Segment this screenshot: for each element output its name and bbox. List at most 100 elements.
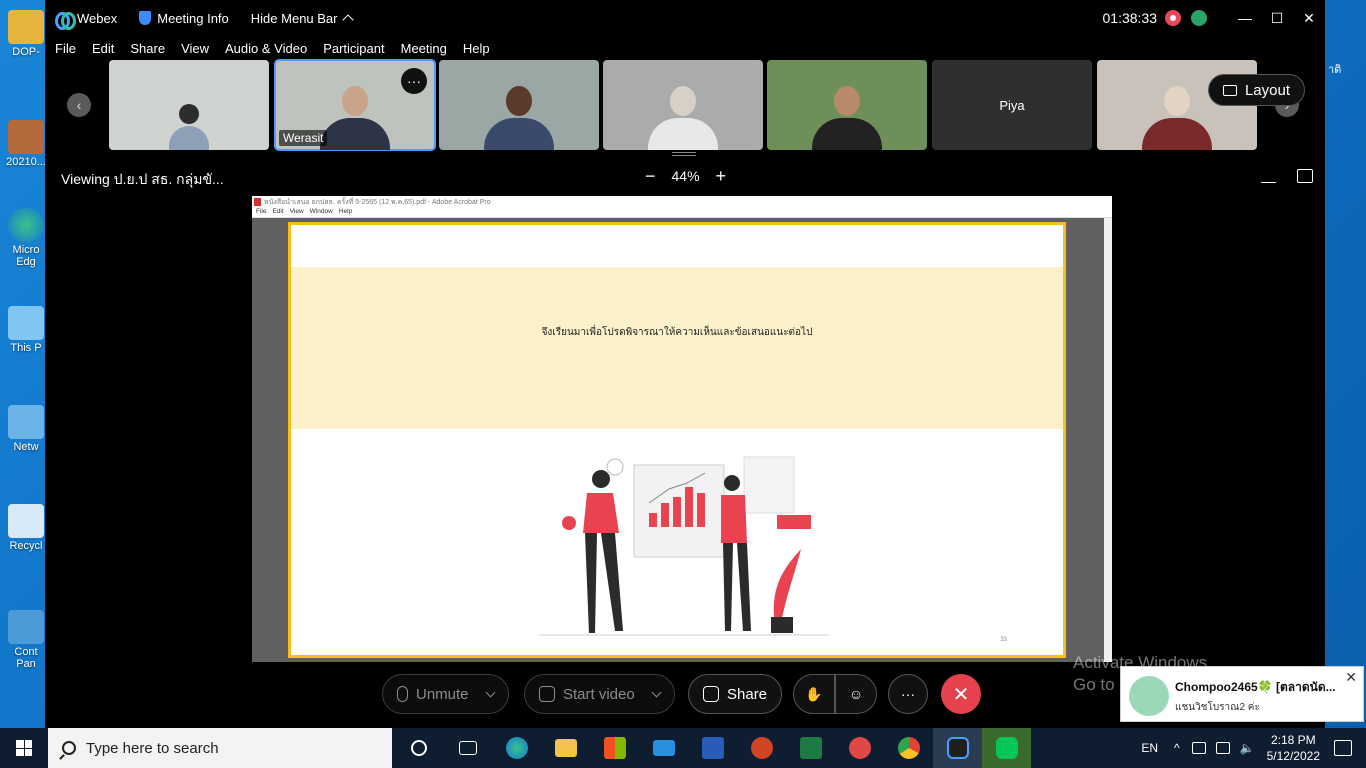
participant-tile[interactable]	[109, 60, 269, 150]
webex-taskbar-icon[interactable]	[933, 728, 982, 768]
desktop-icon-this-pc[interactable]: This P	[4, 306, 48, 354]
participant-tile[interactable]	[603, 60, 763, 150]
acrobat-scrollbar[interactable]	[1104, 218, 1112, 662]
acrobat-document-view: จึงเรียนมาเพื่อโปรดพิจารณาให้ความเห็นและ…	[252, 218, 1112, 662]
meeting-info-label: Meeting Info	[157, 10, 229, 26]
system-tray: EN ^ 🔈 2:18 PM 5/12/2022	[1141, 728, 1366, 768]
network-icon[interactable]	[1215, 742, 1230, 754]
desktop-icon-recycle-bin[interactable]: Recycl	[4, 504, 48, 552]
hide-menu-bar-button[interactable]: Hide Menu Bar	[250, 10, 354, 26]
meet-now-icon[interactable]	[1191, 742, 1206, 754]
start-button[interactable]	[0, 728, 48, 768]
start-video-label: Start video	[563, 685, 635, 703]
raise-hand-button[interactable]: ✋	[793, 674, 835, 714]
meeting-info-button[interactable]: Meeting Info	[139, 11, 229, 26]
clock-time: 2:18 PM	[1270, 733, 1316, 747]
zoom-control: − 44% +	[645, 167, 727, 185]
notification-close-button[interactable]: ✕	[1345, 669, 1357, 686]
menu-audio-video[interactable]: Audio & Video	[225, 41, 307, 56]
desktop-icon-photo[interactable]: 20210...	[4, 120, 48, 168]
chevron-down-icon[interactable]	[651, 687, 662, 697]
pop-out-icon[interactable]	[1297, 169, 1313, 183]
line-notification[interactable]: Chompoo2465🍀 [ตลาดนัด... แชนวิชโบราณ2 ค่…	[1120, 666, 1364, 722]
share-button[interactable]: Share	[688, 674, 783, 714]
desktop-icon-label: Cont Pan	[14, 646, 38, 670]
more-button[interactable]: ···	[888, 674, 928, 714]
taskbar-search[interactable]: Type here to search	[48, 728, 392, 768]
page-number: 33	[1000, 637, 1007, 643]
line-taskbar-icon[interactable]	[982, 728, 1031, 768]
microphone-muted-icon	[397, 686, 408, 702]
edge-icon	[8, 208, 44, 242]
layout-button[interactable]: Layout	[1207, 74, 1305, 106]
edge-taskbar-icon[interactable]	[492, 728, 541, 768]
avatar	[1129, 676, 1169, 716]
reactions-button[interactable]: ☺	[835, 674, 877, 714]
menu-edit[interactable]: Edit	[92, 41, 114, 56]
volume-icon[interactable]: 🔈	[1240, 741, 1255, 755]
taskbar-apps	[394, 728, 1031, 768]
desktop-icon-dop[interactable]: DOP-	[4, 10, 48, 58]
end-call-button[interactable]: ✕	[941, 674, 981, 714]
close-button[interactable]: ✕	[1293, 0, 1325, 36]
share-icon	[703, 686, 719, 702]
app-name: Webex	[77, 10, 118, 26]
participant-tile[interactable]	[439, 60, 599, 150]
acrobat-menu-help[interactable]: Help	[339, 208, 352, 217]
chrome-icon[interactable]	[884, 728, 933, 768]
acrobat-title: หนังสือนำเสนอ ยกปสธ. ครั้งที่ 5-2565 (12…	[264, 198, 491, 206]
menu-meeting[interactable]: Meeting	[401, 41, 447, 56]
zoom-out-button[interactable]: −	[645, 167, 656, 185]
app-icon[interactable]	[835, 728, 884, 768]
participant-tile-werasit[interactable]: Werasit ···	[274, 59, 436, 151]
chevron-down-icon[interactable]	[485, 687, 495, 697]
hide-menu-bar-label: Hide Menu Bar	[250, 10, 338, 26]
menu-participant[interactable]: Participant	[323, 41, 384, 56]
unmute-button[interactable]: Unmute	[382, 674, 509, 714]
file-explorer-icon[interactable]	[541, 728, 590, 768]
viewing-label: Viewing ป.ย.ป สธ. กลุ่มขั...	[61, 171, 224, 187]
network-stats-icon[interactable]	[1191, 10, 1207, 26]
acrobat-menu-window[interactable]: Window	[310, 208, 333, 217]
filmstrip-prev-button[interactable]: ‹	[67, 93, 91, 117]
menu-view[interactable]: View	[181, 41, 209, 56]
menu-share[interactable]: Share	[130, 41, 165, 56]
action-center-icon[interactable]	[1334, 740, 1352, 756]
chevron-up-icon[interactable]: ^	[1174, 741, 1180, 755]
clock-date: 5/12/2022	[1266, 749, 1320, 763]
recording-icon[interactable]	[1165, 10, 1181, 26]
powerpoint-icon[interactable]	[737, 728, 786, 768]
cortana-button[interactable]	[394, 728, 443, 768]
pdf-icon	[254, 198, 261, 206]
more-options-button[interactable]: ···	[401, 68, 427, 94]
acrobat-menu-file[interactable]: File	[256, 208, 266, 217]
minimize-button[interactable]: —	[1229, 0, 1261, 36]
participant-tile[interactable]	[767, 60, 927, 150]
shared-content-area: หนังสือนำเสนอ ยกปสธ. ครั้งที่ 5-2565 (12…	[47, 196, 1323, 662]
meeting-timer: 01:38:33	[1102, 10, 1158, 26]
word-icon[interactable]	[688, 728, 737, 768]
excel-icon[interactable]	[786, 728, 835, 768]
clock[interactable]: 2:18 PM 5/12/2022	[1267, 732, 1320, 764]
filmstrip-resize-handle[interactable]	[672, 152, 696, 156]
desktop-icon-network[interactable]: Netw	[4, 405, 48, 453]
desktop-icon-edge[interactable]: Micro Edg	[4, 208, 48, 268]
menu-help[interactable]: Help	[463, 41, 490, 56]
zoom-in-button[interactable]: +	[716, 167, 727, 185]
start-video-button[interactable]: Start video	[524, 674, 675, 714]
acrobat-menu-edit[interactable]: Edit	[272, 208, 283, 217]
language-indicator[interactable]: EN	[1141, 741, 1158, 755]
mail-icon[interactable]	[639, 728, 688, 768]
folder-icon	[8, 10, 44, 44]
menu-file[interactable]: File	[55, 41, 76, 56]
participant-filmstrip: ‹ Werasit ··· Piya › Layout	[45, 59, 1325, 152]
participant-name: Piya	[999, 97, 1025, 113]
task-view-button[interactable]	[443, 728, 492, 768]
acrobat-menu-view[interactable]: View	[290, 208, 304, 217]
notification-title: Chompoo2465🍀 [ตลาดนัด...	[1175, 680, 1336, 694]
annotate-icon[interactable]	[1260, 169, 1282, 183]
maximize-button[interactable]: ☐	[1261, 0, 1293, 36]
store-icon[interactable]	[590, 728, 639, 768]
desktop-icon-control-panel[interactable]: Cont Pan	[4, 610, 48, 670]
participant-tile-piya[interactable]: Piya	[932, 60, 1092, 150]
